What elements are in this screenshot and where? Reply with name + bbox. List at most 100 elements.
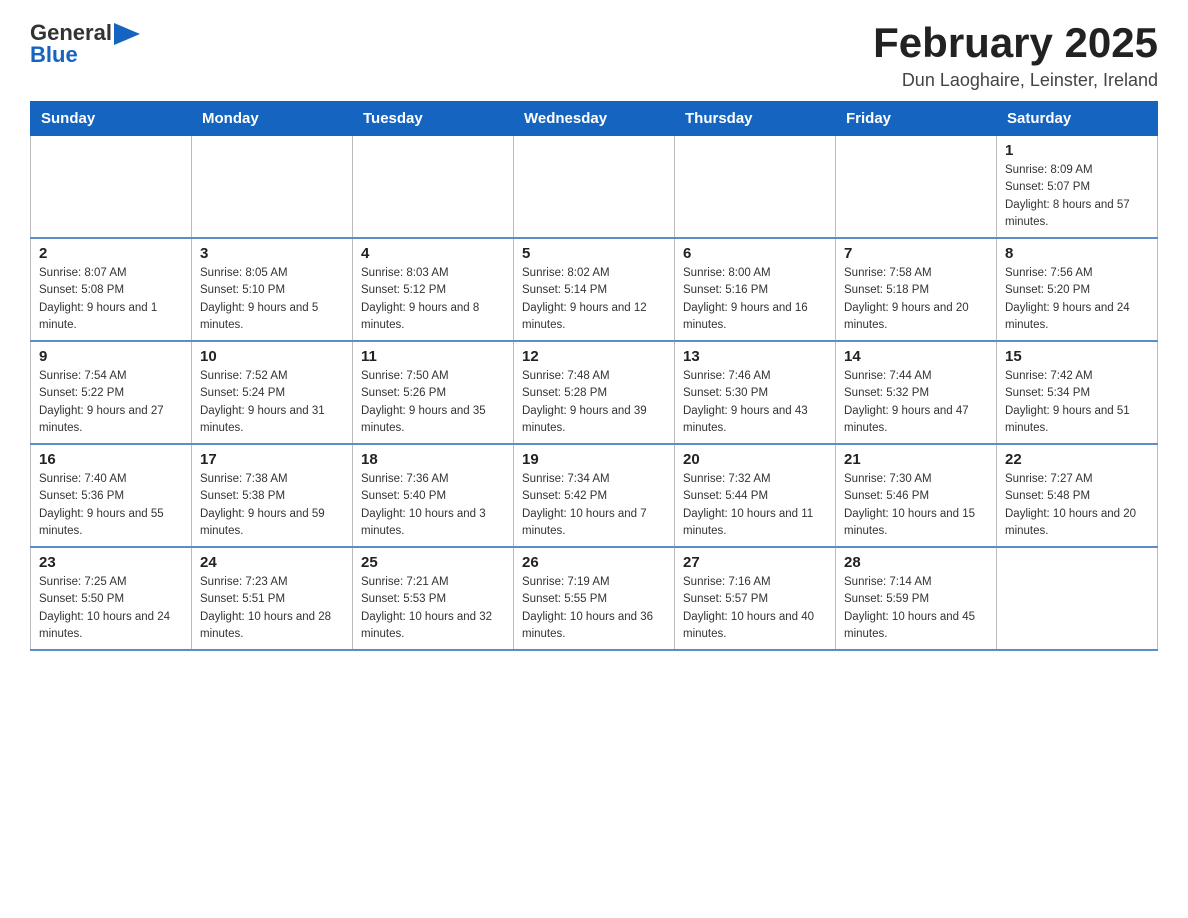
- day-number: 9: [39, 348, 183, 365]
- calendar-cell-w3-d3: 11 Sunrise: 7:50 AMSunset: 5:26 PMDayligh…: [353, 341, 514, 444]
- day-number: 22: [1005, 451, 1149, 468]
- calendar-cell-w2-d2: 3 Sunrise: 8:05 AMSunset: 5:10 PMDaylight…: [192, 238, 353, 341]
- day-number: 18: [361, 451, 505, 468]
- calendar-cell-w2-d4: 5 Sunrise: 8:02 AMSunset: 5:14 PMDaylight…: [514, 238, 675, 341]
- calendar-cell-w5-d1: 23 Sunrise: 7:25 AMSunset: 5:50 PMDayligh…: [31, 547, 192, 650]
- day-info: Sunrise: 7:40 AMSunset: 5:36 PMDaylight:…: [39, 471, 183, 540]
- day-number: 12: [522, 348, 666, 365]
- day-number: 11: [361, 348, 505, 365]
- calendar-week-4: 16 Sunrise: 7:40 AMSunset: 5:36 PMDayligh…: [31, 444, 1158, 547]
- day-number: 8: [1005, 245, 1149, 262]
- day-info: Sunrise: 8:05 AMSunset: 5:10 PMDaylight:…: [200, 265, 344, 334]
- day-number: 20: [683, 451, 827, 468]
- calendar-cell-w5-d4: 26 Sunrise: 7:19 AMSunset: 5:55 PMDayligh…: [514, 547, 675, 650]
- day-number: 26: [522, 554, 666, 571]
- day-info: Sunrise: 7:21 AMSunset: 5:53 PMDaylight:…: [361, 574, 505, 643]
- calendar-cell-w1-d2: [192, 136, 353, 239]
- day-number: 24: [200, 554, 344, 571]
- calendar-cell-w1-d7: 1Sunrise: 8:09 AMSunset: 5:07 PMDaylight…: [997, 136, 1158, 239]
- col-monday: Monday: [192, 102, 353, 136]
- day-info: Sunrise: 7:25 AMSunset: 5:50 PMDaylight:…: [39, 574, 183, 643]
- col-friday: Friday: [836, 102, 997, 136]
- col-sunday: Sunday: [31, 102, 192, 136]
- calendar-cell-w1-d4: [514, 136, 675, 239]
- day-info: Sunrise: 7:34 AMSunset: 5:42 PMDaylight:…: [522, 471, 666, 540]
- calendar-cell-w2-d6: 7 Sunrise: 7:58 AMSunset: 5:18 PMDaylight…: [836, 238, 997, 341]
- day-number: 23: [39, 554, 183, 571]
- calendar-table: Sunday Monday Tuesday Wednesday Thursday…: [30, 101, 1158, 651]
- day-number: 17: [200, 451, 344, 468]
- calendar-cell-w4-d7: 22Sunrise: 7:27 AMSunset: 5:48 PMDayligh…: [997, 444, 1158, 547]
- calendar-week-1: 1Sunrise: 8:09 AMSunset: 5:07 PMDaylight…: [31, 136, 1158, 239]
- calendar-week-3: 9 Sunrise: 7:54 AMSunset: 5:22 PMDaylight…: [31, 341, 1158, 444]
- month-title: February 2025: [873, 20, 1158, 66]
- calendar-cell-w3-d1: 9 Sunrise: 7:54 AMSunset: 5:22 PMDaylight…: [31, 341, 192, 444]
- day-number: 28: [844, 554, 988, 571]
- calendar-cell-w3-d6: 14Sunrise: 7:44 AMSunset: 5:32 PMDayligh…: [836, 341, 997, 444]
- col-thursday: Thursday: [675, 102, 836, 136]
- day-number: 4: [361, 245, 505, 262]
- calendar-cell-w5-d5: 27Sunrise: 7:16 AMSunset: 5:57 PMDayligh…: [675, 547, 836, 650]
- day-info: Sunrise: 7:14 AMSunset: 5:59 PMDaylight:…: [844, 574, 988, 643]
- calendar-week-2: 2Sunrise: 8:07 AMSunset: 5:08 PMDaylight…: [31, 238, 1158, 341]
- calendar-cell-w5-d6: 28 Sunrise: 7:14 AMSunset: 5:59 PMDayligh…: [836, 547, 997, 650]
- calendar-cell-w4-d5: 20 Sunrise: 7:32 AMSunset: 5:44 PMDayligh…: [675, 444, 836, 547]
- calendar-header: Sunday Monday Tuesday Wednesday Thursday…: [31, 102, 1158, 136]
- calendar-cell-w4-d1: 16 Sunrise: 7:40 AMSunset: 5:36 PMDayligh…: [31, 444, 192, 547]
- header-row: Sunday Monday Tuesday Wednesday Thursday…: [31, 102, 1158, 136]
- col-wednesday: Wednesday: [514, 102, 675, 136]
- day-info: Sunrise: 8:07 AMSunset: 5:08 PMDaylight:…: [39, 265, 183, 334]
- day-number: 13: [683, 348, 827, 365]
- location-subtitle: Dun Laoghaire, Leinster, Ireland: [873, 70, 1158, 91]
- day-info: Sunrise: 7:58 AMSunset: 5:18 PMDaylight:…: [844, 265, 988, 334]
- calendar-cell-w1-d6: [836, 136, 997, 239]
- day-info: Sunrise: 7:16 AMSunset: 5:57 PMDaylight:…: [683, 574, 827, 643]
- calendar-week-5: 23 Sunrise: 7:25 AMSunset: 5:50 PMDayligh…: [31, 547, 1158, 650]
- calendar-cell-w3-d5: 13 Sunrise: 7:46 AMSunset: 5:30 PMDayligh…: [675, 341, 836, 444]
- day-number: 7: [844, 245, 988, 262]
- calendar-cell-w3-d4: 12 Sunrise: 7:48 AMSunset: 5:28 PMDayligh…: [514, 341, 675, 444]
- calendar-cell-w5-d2: 24 Sunrise: 7:23 AMSunset: 5:51 PMDayligh…: [192, 547, 353, 650]
- day-info: Sunrise: 8:03 AMSunset: 5:12 PMDaylight:…: [361, 265, 505, 334]
- calendar-cell-w5-d3: 25 Sunrise: 7:21 AMSunset: 5:53 PMDayligh…: [353, 547, 514, 650]
- day-number: 14: [844, 348, 988, 365]
- day-number: 21: [844, 451, 988, 468]
- calendar-cell-w4-d6: 21 Sunrise: 7:30 AMSunset: 5:46 PMDayligh…: [836, 444, 997, 547]
- day-number: 10: [200, 348, 344, 365]
- calendar-cell-w2-d1: 2Sunrise: 8:07 AMSunset: 5:08 PMDaylight…: [31, 238, 192, 341]
- day-info: Sunrise: 7:54 AMSunset: 5:22 PMDaylight:…: [39, 368, 183, 437]
- day-number: 5: [522, 245, 666, 262]
- day-info: Sunrise: 8:00 AMSunset: 5:16 PMDaylight:…: [683, 265, 827, 334]
- calendar-cell-w5-d7: [997, 547, 1158, 650]
- day-number: 25: [361, 554, 505, 571]
- day-info: Sunrise: 7:42 AMSunset: 5:34 PMDaylight:…: [1005, 368, 1149, 437]
- day-info: Sunrise: 7:48 AMSunset: 5:28 PMDaylight:…: [522, 368, 666, 437]
- calendar-cell-w1-d3: [353, 136, 514, 239]
- day-info: Sunrise: 7:50 AMSunset: 5:26 PMDaylight:…: [361, 368, 505, 437]
- day-info: Sunrise: 7:38 AMSunset: 5:38 PMDaylight:…: [200, 471, 344, 540]
- logo: General Blue: [30, 20, 140, 68]
- day-number: 3: [200, 245, 344, 262]
- calendar-cell-w1-d5: [675, 136, 836, 239]
- calendar-cell-w4-d2: 17 Sunrise: 7:38 AMSunset: 5:38 PMDayligh…: [192, 444, 353, 547]
- day-number: 16: [39, 451, 183, 468]
- calendar-cell-w2-d5: 6 Sunrise: 8:00 AMSunset: 5:16 PMDaylight…: [675, 238, 836, 341]
- day-info: Sunrise: 7:30 AMSunset: 5:46 PMDaylight:…: [844, 471, 988, 540]
- day-info: Sunrise: 7:32 AMSunset: 5:44 PMDaylight:…: [683, 471, 827, 540]
- logo-triangle-icon: [114, 23, 140, 45]
- day-info: Sunrise: 7:46 AMSunset: 5:30 PMDaylight:…: [683, 368, 827, 437]
- day-info: Sunrise: 8:02 AMSunset: 5:14 PMDaylight:…: [522, 265, 666, 334]
- calendar-cell-w4-d3: 18Sunrise: 7:36 AMSunset: 5:40 PMDayligh…: [353, 444, 514, 547]
- day-info: Sunrise: 7:56 AMSunset: 5:20 PMDaylight:…: [1005, 265, 1149, 334]
- day-number: 6: [683, 245, 827, 262]
- col-tuesday: Tuesday: [353, 102, 514, 136]
- calendar-cell-w4-d4: 19 Sunrise: 7:34 AMSunset: 5:42 PMDayligh…: [514, 444, 675, 547]
- day-info: Sunrise: 7:52 AMSunset: 5:24 PMDaylight:…: [200, 368, 344, 437]
- title-block: February 2025 Dun Laoghaire, Leinster, I…: [873, 20, 1158, 91]
- calendar-cell-w2-d3: 4 Sunrise: 8:03 AMSunset: 5:12 PMDaylight…: [353, 238, 514, 341]
- day-info: Sunrise: 7:23 AMSunset: 5:51 PMDaylight:…: [200, 574, 344, 643]
- day-number: 19: [522, 451, 666, 468]
- day-info: Sunrise: 7:19 AMSunset: 5:55 PMDaylight:…: [522, 574, 666, 643]
- calendar-body: 1Sunrise: 8:09 AMSunset: 5:07 PMDaylight…: [31, 136, 1158, 651]
- calendar-cell-w3-d2: 10 Sunrise: 7:52 AMSunset: 5:24 PMDayligh…: [192, 341, 353, 444]
